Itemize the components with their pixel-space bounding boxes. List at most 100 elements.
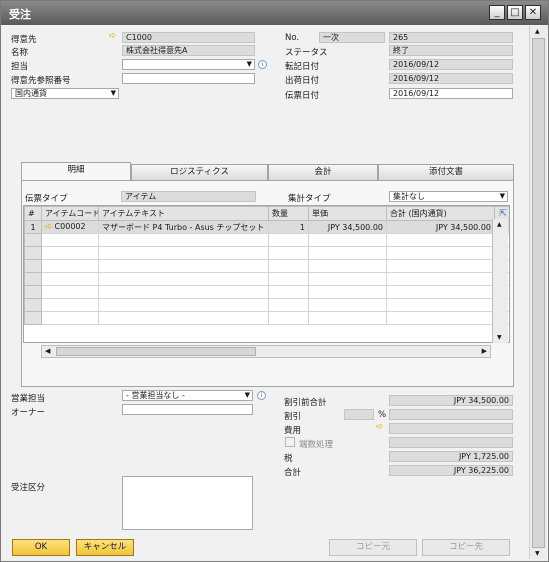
discount-amount-field[interactable] (389, 409, 513, 420)
window-title: 受注 (9, 8, 31, 21)
copy-from-button[interactable]: コピー元 (329, 539, 417, 556)
freight-label: 費用 (284, 426, 302, 436)
scroll-thumb[interactable] (532, 38, 545, 548)
percent-sign: % (378, 410, 387, 420)
name-field[interactable]: 株式会社得意先A (122, 45, 255, 56)
discount-label: 割引 (284, 412, 302, 422)
table-row[interactable] (24, 272, 509, 286)
customer-field[interactable]: C1000 (122, 32, 255, 43)
contact-select[interactable]: ▼ (122, 59, 255, 70)
title-bar: 受注 _ □ ✕ (1, 1, 548, 25)
dropdown-arrow-icon: ▼ (246, 60, 252, 68)
items-table: # アイテムコード アイテムテキスト 数量 単価 合計 (国内通貨) ⇱ 1 ➪… (24, 206, 509, 325)
unit-price-cell[interactable]: JPY 34,500.00 (308, 220, 387, 234)
owner-label: オーナー (11, 408, 46, 418)
scroll-thumb[interactable] (56, 347, 256, 356)
remarks-textarea[interactable] (122, 476, 253, 530)
series-select[interactable]: 一次 (319, 32, 385, 43)
quantity-cell[interactable]: 1 (268, 220, 309, 234)
link-arrow-icon[interactable]: ➪ (109, 31, 117, 41)
column-header[interactable]: 合計 (国内通貨) (386, 206, 495, 221)
tab-contents[interactable]: 明細 (21, 162, 131, 180)
doc-type-field[interactable]: アイテム (121, 191, 256, 202)
table-row[interactable] (24, 233, 509, 247)
cancel-button[interactable]: キャンセル (76, 539, 134, 556)
total-before-discount-label: 割引前合計 (284, 398, 327, 408)
sales-employee-value: - 営業担当なし - (126, 391, 185, 400)
owner-field[interactable] (122, 404, 253, 415)
total-value: JPY 36,225.00 (453, 466, 509, 475)
info-icon[interactable]: i (258, 60, 267, 69)
tab-accounting[interactable]: 会計 (268, 164, 378, 180)
document-date-label: 伝票日付 (285, 91, 320, 101)
table-row[interactable] (24, 285, 509, 299)
rounding-label: 端数処理 (299, 440, 334, 450)
column-header[interactable]: アイテムテキスト (98, 206, 269, 221)
copy-to-button[interactable]: コピー先 (422, 539, 510, 556)
status-value: 終了 (393, 46, 409, 55)
freight-field[interactable] (389, 423, 513, 434)
tab-logistics[interactable]: ロジスティクス (131, 164, 268, 180)
table-row[interactable]: 1 ➪ C00002 マザーボード P4 Turbo - Asus チップセット … (24, 220, 509, 234)
doc-type-label: 伝票タイプ (25, 194, 68, 204)
document-date-value: 2016/09/12 (393, 89, 440, 98)
dropdown-arrow-icon: ▼ (110, 89, 116, 97)
total-field: JPY 36,225.00 (389, 465, 513, 476)
close-icon[interactable]: ✕ (525, 5, 541, 20)
delivery-date-value: 2016/09/12 (393, 74, 440, 83)
summary-type-value: 集計なし (393, 192, 425, 201)
item-text-cell[interactable]: マザーボード P4 Turbo - Asus チップセット (98, 220, 269, 234)
minimize-icon[interactable]: _ (489, 5, 505, 20)
total-before-discount-value: JPY 34,500.00 (453, 396, 509, 405)
grid-horizontal-scrollbar[interactable]: ◀ ▶ (41, 345, 491, 358)
table-row[interactable] (24, 259, 509, 273)
info-icon[interactable]: i (257, 391, 266, 400)
tax-label: 税 (284, 454, 293, 464)
sales-order-window: 受注 _ □ ✕ 得意先 ➪ C1000 名称 株式会社得意先A 担当 ▼ i … (0, 0, 549, 562)
table-row[interactable] (24, 311, 509, 325)
link-arrow-icon[interactable]: ➪ (45, 222, 53, 232)
scroll-down-icon[interactable]: ▼ (535, 550, 540, 557)
scroll-down-icon[interactable]: ▼ (497, 334, 502, 341)
currency-value: 国内通貨 (15, 89, 47, 98)
rounding-checkbox[interactable] (285, 437, 295, 447)
scroll-up-icon[interactable]: ▲ (497, 221, 502, 228)
sales-employee-select[interactable]: - 営業担当なし - ▼ (122, 390, 253, 401)
rounding-field (389, 437, 513, 448)
customer-value: C1000 (126, 33, 152, 42)
table-row[interactable] (24, 246, 509, 260)
line-total-cell[interactable]: JPY 34,500.00 (386, 220, 495, 234)
column-header[interactable]: # (24, 206, 42, 221)
doc-number-value: 265 (393, 33, 409, 42)
window-vertical-scrollbar[interactable]: ▲ ▼ (529, 26, 547, 559)
discount-percent-field[interactable] (344, 409, 374, 420)
table-row[interactable] (24, 298, 509, 312)
grid-vertical-scrollbar[interactable]: ▲ ▼ (492, 219, 508, 343)
status-label: ステータス (285, 48, 328, 58)
doc-number-field[interactable]: 265 (389, 32, 513, 43)
ok-button[interactable]: OK (12, 539, 70, 556)
posting-date-value: 2016/09/12 (393, 60, 440, 69)
delivery-date-field[interactable]: 2016/09/12 (389, 73, 513, 84)
scroll-left-icon[interactable]: ◀ (45, 347, 50, 355)
customer-ref-field[interactable] (122, 73, 255, 84)
column-header[interactable]: 数量 (268, 206, 309, 221)
maximize-icon[interactable]: □ (507, 5, 523, 20)
column-header[interactable]: 単価 (308, 206, 387, 221)
item-code-cell[interactable]: ➪ C00002 (41, 220, 99, 234)
doc-number-label: No. (285, 33, 300, 43)
tab-attachments[interactable]: 添付文書 (378, 164, 514, 180)
column-header[interactable]: アイテムコード (41, 206, 99, 221)
customer-ref-label: 得意先参照番号 (11, 76, 71, 86)
scroll-up-icon[interactable]: ▲ (535, 28, 540, 35)
items-grid: # アイテムコード アイテムテキスト 数量 単価 合計 (国内通貨) ⇱ 1 ➪… (23, 205, 510, 343)
document-date-field[interactable]: 2016/09/12 (389, 88, 513, 99)
posting-date-field[interactable]: 2016/09/12 (389, 59, 513, 70)
tax-field: JPY 1,725.00 (389, 451, 513, 462)
series-value: 一次 (323, 33, 339, 42)
scroll-right-icon[interactable]: ▶ (482, 347, 487, 355)
currency-select[interactable]: 国内通貨 ▼ (11, 88, 119, 99)
tax-value: JPY 1,725.00 (458, 452, 509, 461)
summary-type-select[interactable]: 集計なし ▼ (389, 191, 508, 202)
link-arrow-icon[interactable]: ➪ (376, 422, 384, 432)
